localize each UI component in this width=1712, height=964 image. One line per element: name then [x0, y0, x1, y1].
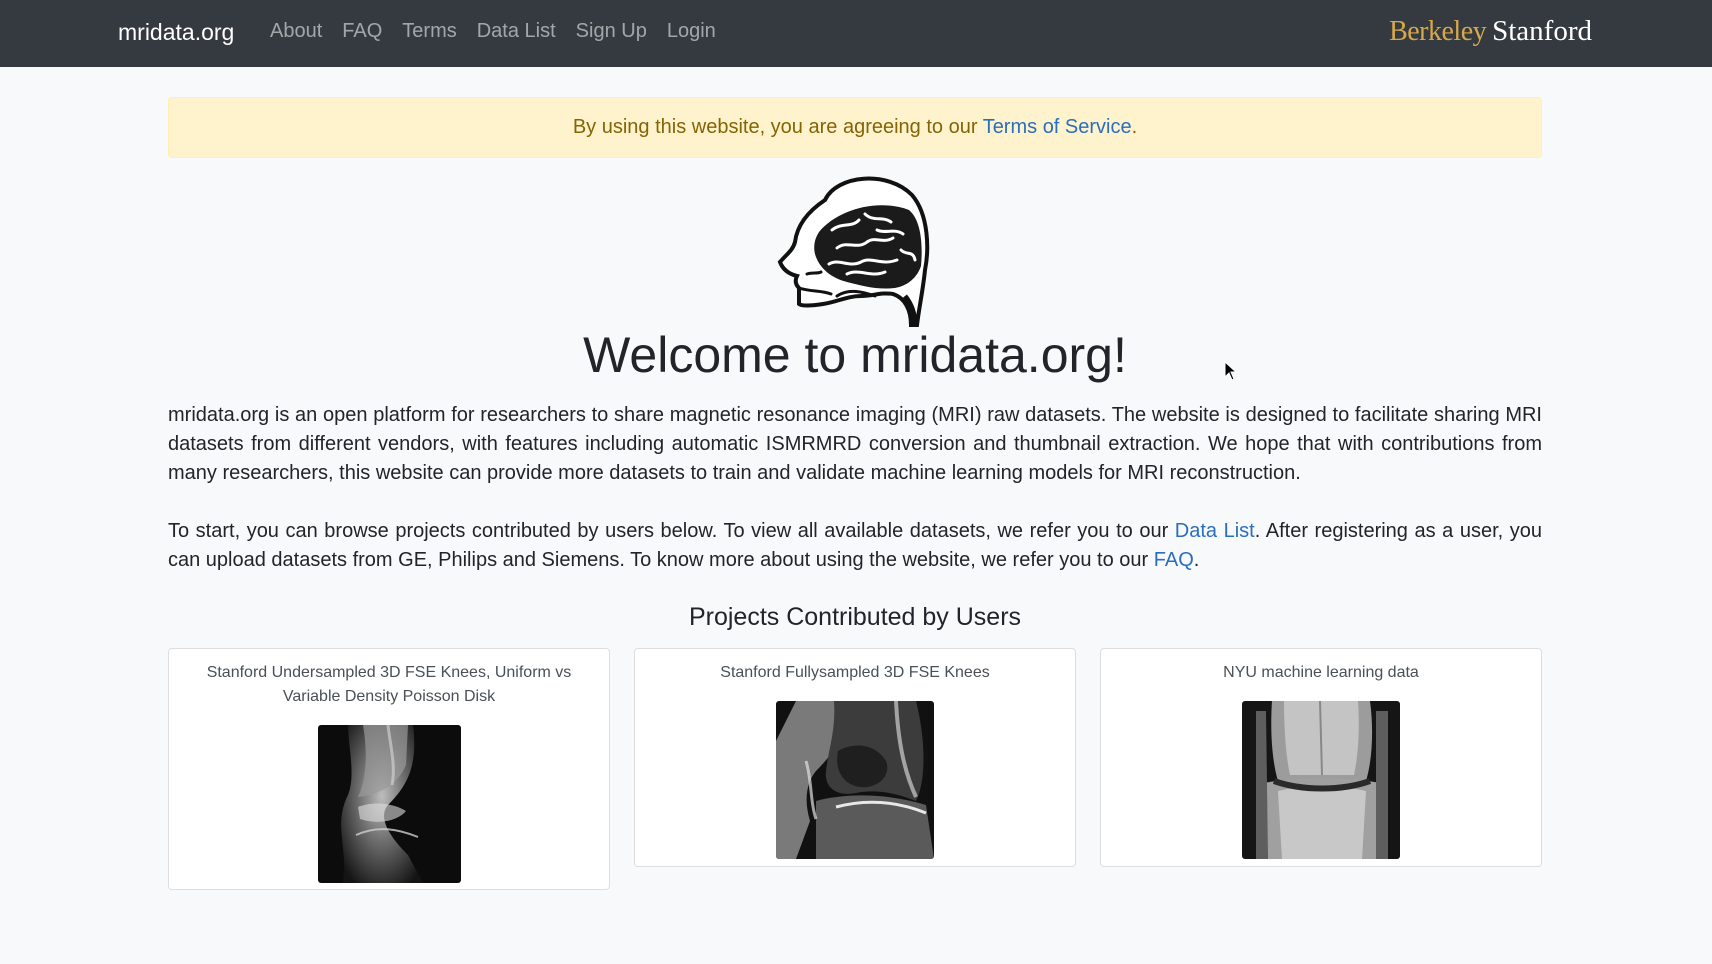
mouse-cursor-icon — [1224, 361, 1238, 381]
terms-alert: By using this website, you are agreeing … — [168, 97, 1542, 158]
project-card[interactable]: Stanford Fullysampled 3D FSE Knees — [634, 648, 1076, 867]
start-paragraph: To start, you can browse projects contri… — [168, 517, 1542, 575]
navbar: mridata.org About FAQ Terms Data List Si… — [0, 0, 1712, 67]
nav-data-list[interactable]: Data List — [477, 20, 556, 43]
project-card[interactable]: NYU machine learning data — [1100, 648, 1542, 867]
page-title: Welcome to mridata.org! — [583, 327, 1127, 383]
knee-sagittal-fullysampled-image[interactable] — [776, 701, 934, 859]
project-title: Stanford Fullysampled 3D FSE Knees — [720, 664, 990, 681]
project-card[interactable]: Stanford Undersampled 3D FSE Knees, Unif… — [168, 648, 610, 890]
brain-head-icon — [777, 176, 930, 327]
faq-link[interactable]: FAQ — [1154, 549, 1194, 571]
intro-paragraph: mridata.org is an open platform for rese… — [168, 404, 1542, 484]
start-text-3: . — [1193, 549, 1200, 571]
stanford-logo: Stanford — [1492, 15, 1592, 47]
data-list-link[interactable]: Data List — [1175, 520, 1255, 542]
terms-of-service-link[interactable]: Terms of Service — [983, 116, 1132, 138]
nav-sign-up[interactable]: Sign Up — [576, 20, 647, 43]
nav-faq[interactable]: FAQ — [342, 20, 382, 43]
knee-coronal-image[interactable] — [1242, 701, 1400, 859]
nav-login[interactable]: Login — [667, 20, 716, 43]
project-title: Stanford Undersampled 3D FSE Knees, Unif… — [206, 664, 572, 705]
start-text-1: To start, you can browse projects contri… — [168, 520, 1175, 542]
knee-sagittal-undersampled-image[interactable] — [317, 725, 461, 883]
nav-links: About FAQ Terms Data List Sign Up Login — [270, 20, 736, 43]
alert-text: By using this website, you are agreeing … — [572, 116, 983, 138]
alert-suffix: . — [1131, 116, 1138, 138]
university-logos: Berkeley Stanford — [1389, 15, 1592, 48]
project-title: NYU machine learning data — [1223, 664, 1419, 681]
projects-heading: Projects Contributed by Users — [688, 603, 1022, 631]
nav-about[interactable]: About — [270, 20, 322, 43]
nav-terms[interactable]: Terms — [402, 20, 456, 43]
brand-link[interactable]: mridata.org — [118, 19, 234, 46]
berkeley-logo: Berkeley — [1389, 16, 1487, 47]
